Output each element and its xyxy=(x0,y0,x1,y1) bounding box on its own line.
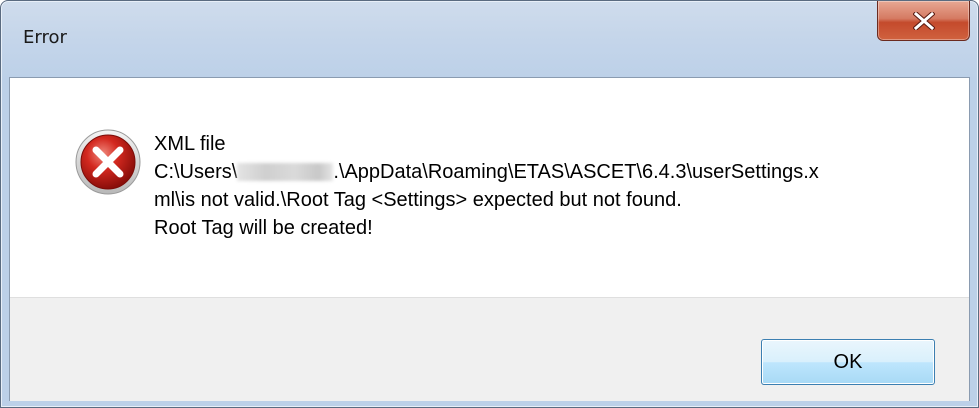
message-line-1: XML file xyxy=(154,133,226,155)
ok-button[interactable]: OK xyxy=(761,339,935,385)
dialog-client-area: XML file C:\Users\ .\AppData\Roaming\ETAS… xyxy=(9,77,970,401)
dialog-window: Error XML file C:\Users\ .\AppData\Roami… xyxy=(0,0,979,408)
close-x-icon xyxy=(912,11,935,30)
redacted-username xyxy=(237,163,334,181)
error-message: XML file C:\Users\ .\AppData\Roaming\ETAS… xyxy=(154,130,944,242)
button-bar: OK xyxy=(10,297,969,401)
message-line-3: ml\is not valid.\Root Tag <Settings> exp… xyxy=(154,189,682,211)
message-path-end: .\AppData\Roaming\ETAS\ASCET\6.4.3\userS… xyxy=(333,161,819,183)
message-area: XML file C:\Users\ .\AppData\Roaming\ETAS… xyxy=(10,78,969,297)
window-title: Error xyxy=(23,27,67,48)
message-path-start: C:\Users\ xyxy=(154,161,238,183)
error-icon xyxy=(75,129,141,195)
message-line-4: Root Tag will be created! xyxy=(154,217,373,239)
title-bar[interactable]: Error xyxy=(1,1,978,77)
close-button[interactable] xyxy=(877,1,970,41)
message-line-2: C:\Users\ .\AppData\Roaming\ETAS\ASCET\6.… xyxy=(154,158,944,186)
